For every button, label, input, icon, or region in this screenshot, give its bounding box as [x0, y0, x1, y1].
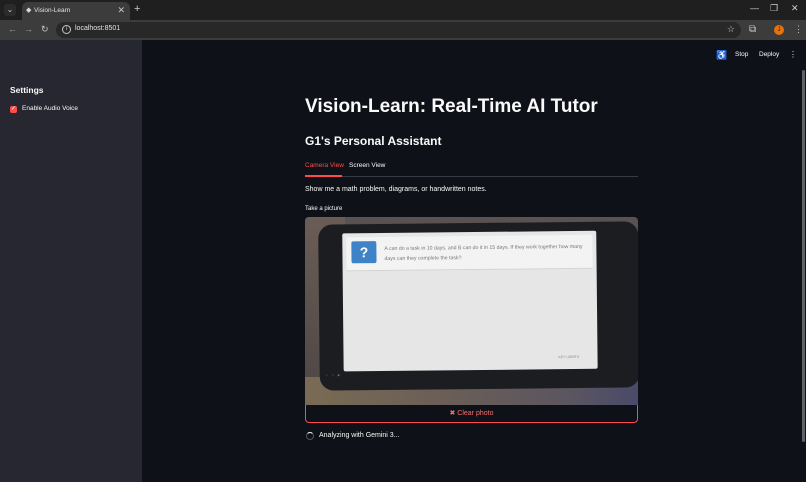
browser-tab[interactable]: ◆ Vision-Learn ✕	[22, 2, 130, 20]
deploy-button[interactable]: Deploy	[759, 51, 779, 58]
active-tab-indicator	[305, 175, 342, 177]
sidebar: Settings ✓ Enable Audio Voice	[0, 40, 142, 482]
profile-avatar[interactable]: J	[774, 25, 784, 35]
camera-input-label: Take a picture	[305, 206, 343, 212]
tab-screen-view[interactable]: Screen View	[349, 162, 385, 169]
minimize-icon[interactable]: —	[750, 3, 759, 13]
new-tab-button[interactable]: +	[134, 3, 140, 15]
sidebar-title: Settings	[10, 85, 44, 95]
audio-voice-checkbox[interactable]: ✓	[10, 106, 17, 113]
clear-photo-label: Clear photo	[457, 410, 494, 417]
camera-photo: ? A can do a task in 10 days, and B can …	[305, 217, 638, 405]
scrollbar[interactable]	[802, 70, 805, 442]
browser-menu-icon[interactable]: ⋮	[794, 24, 803, 35]
browser-tab-strip: ⌄ ◆ Vision-Learn ✕ + — ❐ ✕	[0, 0, 806, 20]
clear-photo-button[interactable]: ✖ Clear photo	[305, 405, 638, 423]
main-menu-icon[interactable]: ⋮	[789, 50, 797, 59]
question-card: ? A can do a task in 10 days, and B can …	[346, 234, 593, 272]
status-text: Analyzing with Gemini 3...	[319, 432, 400, 439]
restore-icon[interactable]: ❐	[770, 3, 778, 14]
tab-search-chevron-icon[interactable]: ⌄	[4, 4, 16, 16]
tab-camera-view[interactable]: Camera View	[305, 162, 344, 169]
browser-toolbar: ← → ↻ i localhost:8501 ☆	[0, 20, 806, 40]
phone-nav-bar: ‹ › ▸	[324, 372, 341, 379]
stop-button[interactable]: Stop	[735, 51, 748, 58]
screen-tag-text: KEY USER'S	[558, 354, 580, 360]
instruction-text: Show me a math problem, diagrams, or han…	[305, 186, 487, 193]
phone-screen: ? A can do a task in 10 days, and B can …	[342, 230, 598, 372]
site-info-icon[interactable]: i	[62, 25, 71, 34]
tab-favicon-icon: ◆	[26, 7, 32, 14]
audio-voice-label[interactable]: Enable Audio Voice	[22, 105, 78, 112]
question-text: A can do a task in 10 days, and B can do…	[384, 243, 583, 262]
window-close-icon[interactable]: ✕	[791, 3, 799, 14]
tab-title: Vision-Learn	[34, 7, 71, 14]
forward-icon[interactable]: →	[24, 24, 33, 34]
tabs-divider	[305, 176, 638, 177]
reload-icon[interactable]: ↻	[41, 24, 49, 35]
address-bar[interactable]: i localhost:8501 ☆	[56, 22, 741, 38]
bookmark-star-icon[interactable]: ☆	[727, 24, 735, 35]
page-title: Vision-Learn: Real-Time AI Tutor	[305, 96, 598, 117]
extensions-icon[interactable]: ⧉	[749, 24, 756, 35]
running-person-icon: ♿	[716, 50, 728, 60]
loading-spinner-icon	[306, 432, 314, 440]
tab-close-icon[interactable]: ✕	[117, 5, 125, 16]
question-mark-icon: ?	[351, 241, 377, 264]
url-text[interactable]: localhost:8501	[75, 25, 120, 32]
back-icon[interactable]: ←	[8, 24, 17, 34]
photographed-phone: ? A can do a task in 10 days, and B can …	[318, 221, 638, 391]
page-subtitle: G1's Personal Assistant	[305, 134, 442, 148]
